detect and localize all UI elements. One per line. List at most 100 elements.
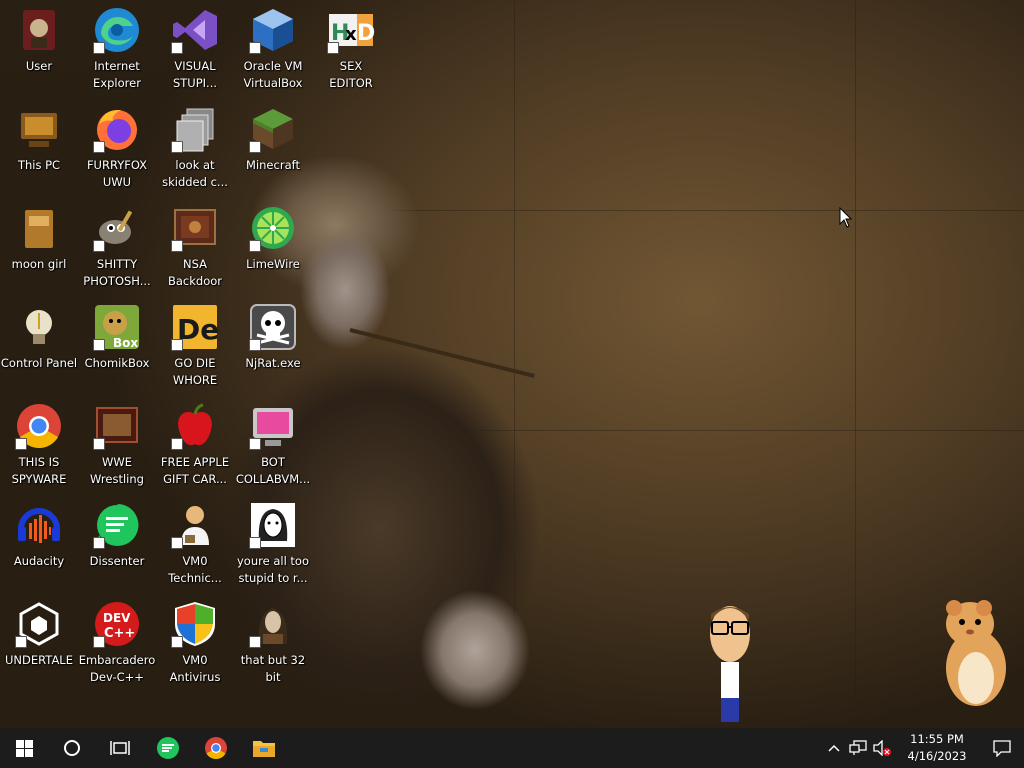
chevron-up-icon — [828, 744, 840, 752]
monitor-icon — [249, 402, 297, 450]
chomikbox-icon-text: Box — [113, 336, 138, 350]
unity-icon — [15, 600, 63, 648]
icon-njrat[interactable]: NjRat.exe — [234, 297, 312, 391]
clock: 11:55 PM 4/16/2023 — [898, 731, 976, 765]
hank-hill-desktop-buddy[interactable] — [705, 600, 755, 728]
network-icon — [849, 740, 867, 755]
wallpaper-figure-face — [300, 230, 390, 350]
icon-firefox[interactable]: FURRYFOX UWU — [78, 99, 156, 193]
svg-text:x: x — [345, 24, 357, 45]
task-view-button[interactable] — [96, 728, 144, 768]
limewire-icon — [249, 204, 297, 252]
icon-gimp[interactable]: SHITTY PHOTOSH... — [78, 198, 156, 292]
mouse-cursor — [839, 206, 853, 233]
icon-label: VM0 Antivirus — [169, 653, 221, 684]
folder-icon — [15, 204, 63, 252]
clock-date: 4/16/2023 — [907, 749, 967, 763]
dissenter-icon — [157, 737, 179, 759]
icon-devcpp[interactable]: DEV C++ Embarcadero Dev-C++ — [78, 594, 156, 688]
icon-label: Audacity — [13, 554, 65, 568]
hamster-desktop-buddy[interactable] — [940, 598, 1010, 714]
file-stack-icon — [171, 105, 219, 153]
icon-free-apple[interactable]: FREE APPLE GIFT CAR... — [156, 396, 234, 490]
portrait-icon — [249, 600, 297, 648]
devcpp-icon: DEV C++ — [93, 600, 141, 648]
windows-logo-icon — [15, 739, 33, 757]
wallpaper-line — [390, 210, 1024, 211]
icon-dissenter[interactable]: Dissenter — [78, 495, 156, 589]
icon-label: User — [25, 59, 53, 73]
svg-text:DEV: DEV — [103, 611, 131, 625]
icon-that-but-32bit[interactable]: that but 32 bit — [234, 594, 312, 688]
wallpaper-figure-hand — [420, 590, 530, 710]
volume-tray-button[interactable] — [870, 728, 894, 768]
icon-label: SEX EDITOR — [329, 59, 373, 90]
icon-chomikbox[interactable]: Box ChomikBox — [78, 297, 156, 391]
icon-label: VISUAL STUPI... — [172, 59, 218, 90]
icon-chrome[interactable]: THIS IS SPYWARE — [0, 396, 78, 490]
dissenter-icon — [93, 501, 141, 549]
svg-text:D: D — [357, 21, 375, 46]
icon-minecraft[interactable]: Minecraft — [234, 99, 312, 193]
icon-label: Internet Explorer — [93, 59, 141, 90]
wallpaper-line — [855, 0, 856, 728]
icon-label: look at skidded c... — [162, 158, 228, 189]
go-die-icon: De — [171, 303, 219, 351]
icon-hex-editor[interactable]: HxD SEX EDITOR — [312, 0, 390, 94]
show-hidden-icons-button[interactable] — [822, 728, 846, 768]
network-tray-button[interactable] — [846, 728, 870, 768]
notification-icon — [993, 739, 1011, 757]
shield-icon — [171, 600, 219, 648]
icon-control-panel[interactable]: Control Panel — [0, 297, 78, 391]
clock-button[interactable]: 11:55 PM 4/16/2023 — [894, 728, 980, 768]
taskbar-dissenter[interactable] — [144, 728, 192, 768]
icon-go-die[interactable]: De GO DIE WHORE — [156, 297, 234, 391]
icon-bot-collabvm[interactable]: BOT COLLABVM... — [234, 396, 312, 490]
action-center-button[interactable] — [980, 728, 1024, 768]
icon-undertale[interactable]: UNDERTALE — [0, 594, 78, 688]
icon-internet-explorer[interactable]: Internet Explorer — [78, 0, 156, 94]
icon-youre-all[interactable]: youre all too stupid to r... — [234, 495, 312, 589]
taskbar-file-explorer[interactable] — [240, 728, 288, 768]
search-button[interactable] — [48, 728, 96, 768]
icon-moon-girl[interactable]: moon girl — [0, 198, 78, 292]
taskbar-chrome[interactable] — [192, 728, 240, 768]
icon-skidded[interactable]: look at skidded c... — [156, 99, 234, 193]
icon-label: that but 32 bit — [240, 653, 306, 684]
icon-label: THIS IS SPYWARE — [11, 455, 67, 486]
gimp-icon — [93, 204, 141, 252]
icon-wwe[interactable]: WWE Wrestling — [78, 396, 156, 490]
volume-muted-icon — [873, 740, 891, 756]
icon-virtualbox[interactable]: Oracle VM VirtualBox — [234, 0, 312, 94]
lightbulb-icon — [15, 303, 63, 351]
icon-label: Control Panel — [0, 356, 78, 370]
chrome-icon — [15, 402, 63, 450]
edge-icon — [93, 6, 141, 54]
icon-this-pc[interactable]: This PC — [0, 99, 78, 193]
icon-label: youre all too stupid to r... — [236, 554, 309, 585]
firefox-icon — [93, 105, 141, 153]
taskbar: 11:55 PM 4/16/2023 — [0, 728, 1024, 768]
icon-visual-studio[interactable]: VISUAL STUPI... — [156, 0, 234, 94]
desktop[interactable]: User Internet Explorer VISUAL STUPI... O… — [0, 0, 1024, 728]
wwe-icon — [93, 402, 141, 450]
icon-audacity[interactable]: Audacity — [0, 495, 78, 589]
icon-vm0-antivirus[interactable]: VM0 Antivirus — [156, 594, 234, 688]
icon-label: This PC — [17, 158, 61, 172]
icon-vm0-technic[interactable]: VM0 Technic... — [156, 495, 234, 589]
technician-icon — [171, 501, 219, 549]
icon-label: GO DIE WHORE — [172, 356, 218, 387]
svg-text:C++: C++ — [104, 626, 135, 641]
icon-nsa-backdoor[interactable]: NSA Backdoor — [156, 198, 234, 292]
chomikbox-icon: Box — [93, 303, 141, 351]
icon-user[interactable]: User — [0, 0, 78, 94]
icon-label: Oracle VM VirtualBox — [243, 59, 303, 90]
icon-label: FURRYFOX UWU — [86, 158, 148, 189]
icon-label: moon girl — [11, 257, 67, 271]
folder-icon — [253, 741, 275, 757]
icon-limewire[interactable]: LimeWire — [234, 198, 312, 292]
icon-label: VM0 Technic... — [168, 554, 222, 585]
skull-icon — [249, 303, 297, 351]
task-view-icon — [110, 741, 130, 755]
start-button[interactable] — [0, 728, 48, 768]
